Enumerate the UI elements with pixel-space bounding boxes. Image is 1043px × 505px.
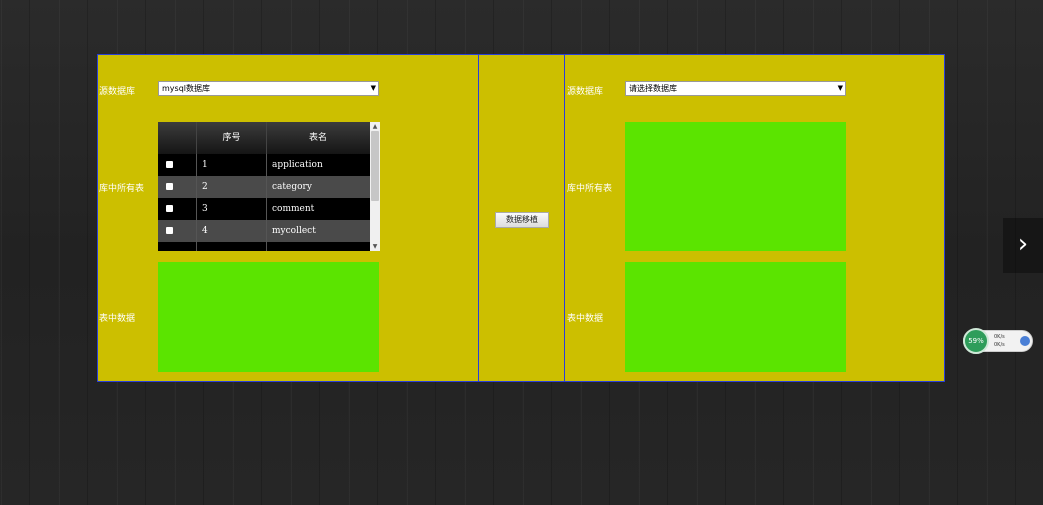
row-index: 3 xyxy=(197,198,267,220)
row-index: 4 xyxy=(197,220,267,242)
migrate-data-button[interactable]: 数据移植 xyxy=(495,212,549,228)
source-tables-list: 序号 表名 1 application 2 category 3 comment… xyxy=(158,122,380,251)
source-db-label: 源数据库 xyxy=(99,87,136,97)
row-table-name: mycollect xyxy=(272,226,316,236)
target-data-area xyxy=(625,262,846,372)
row-table-name: application xyxy=(272,160,323,170)
accelerate-ball-icon[interactable] xyxy=(1020,336,1030,346)
network-speed-widget[interactable]: 59% 0K/s 0K/s xyxy=(963,328,1033,354)
header-table-name: 表名 xyxy=(308,133,327,143)
header-checkbox-col xyxy=(158,122,197,154)
target-db-label: 源数据库 xyxy=(567,87,604,97)
scroll-down-icon[interactable]: ▼ xyxy=(370,242,380,251)
row-table-name: comment xyxy=(272,204,315,214)
scroll-up-icon[interactable]: ▲ xyxy=(370,122,380,131)
download-speed: 0K/s xyxy=(994,342,1005,348)
source-data-area xyxy=(158,262,379,372)
dropdown-arrow-icon: ▼ xyxy=(837,84,843,92)
row-index: 2 xyxy=(197,176,267,198)
target-tables-area xyxy=(625,122,846,251)
middle-panel: 数据移植 xyxy=(478,54,565,382)
source-data-label: 表中数据 xyxy=(99,314,136,324)
source-tables-label: 库中所有表 xyxy=(99,184,145,194)
checkbox-icon[interactable] xyxy=(166,161,173,168)
target-db-select[interactable]: 请选择数据库 ▼ xyxy=(625,81,846,96)
checkbox-icon[interactable] xyxy=(166,227,173,234)
checkbox-icon[interactable] xyxy=(166,205,173,212)
row-index: 1 xyxy=(197,154,267,176)
target-data-label: 表中数据 xyxy=(567,314,604,324)
table-row[interactable]: 4 mycollect xyxy=(158,220,370,242)
scroll-thumb[interactable] xyxy=(371,131,379,201)
source-db-value: mysql数据库 xyxy=(162,84,210,93)
dropdown-arrow-icon: ▼ xyxy=(370,84,376,92)
chevron-right-icon[interactable]: › xyxy=(1003,218,1043,273)
row-table-name: category xyxy=(272,182,312,192)
source-panel: 源数据库 mysql数据库 ▼ 库中所有表 序号 表名 1 applicatio… xyxy=(97,54,479,382)
table-header: 序号 表名 xyxy=(158,122,370,154)
target-panel: 源数据库 请选择数据库 ▼ 库中所有表 表中数据 xyxy=(564,54,945,382)
table-scrollbar[interactable]: ▲ ▼ xyxy=(370,122,380,251)
header-index: 序号 xyxy=(197,122,267,154)
table-row[interactable]: 1 application xyxy=(158,154,370,176)
table-row[interactable]: 3 comment xyxy=(158,198,370,220)
upload-speed: 0K/s xyxy=(994,334,1005,340)
source-db-select[interactable]: mysql数据库 ▼ xyxy=(158,81,379,96)
memory-percent: 59% xyxy=(963,328,989,354)
table-row[interactable]: 2 category xyxy=(158,176,370,198)
checkbox-icon[interactable] xyxy=(166,183,173,190)
table-row xyxy=(158,242,370,251)
target-db-value: 请选择数据库 xyxy=(629,84,677,93)
target-tables-label: 库中所有表 xyxy=(567,184,613,194)
